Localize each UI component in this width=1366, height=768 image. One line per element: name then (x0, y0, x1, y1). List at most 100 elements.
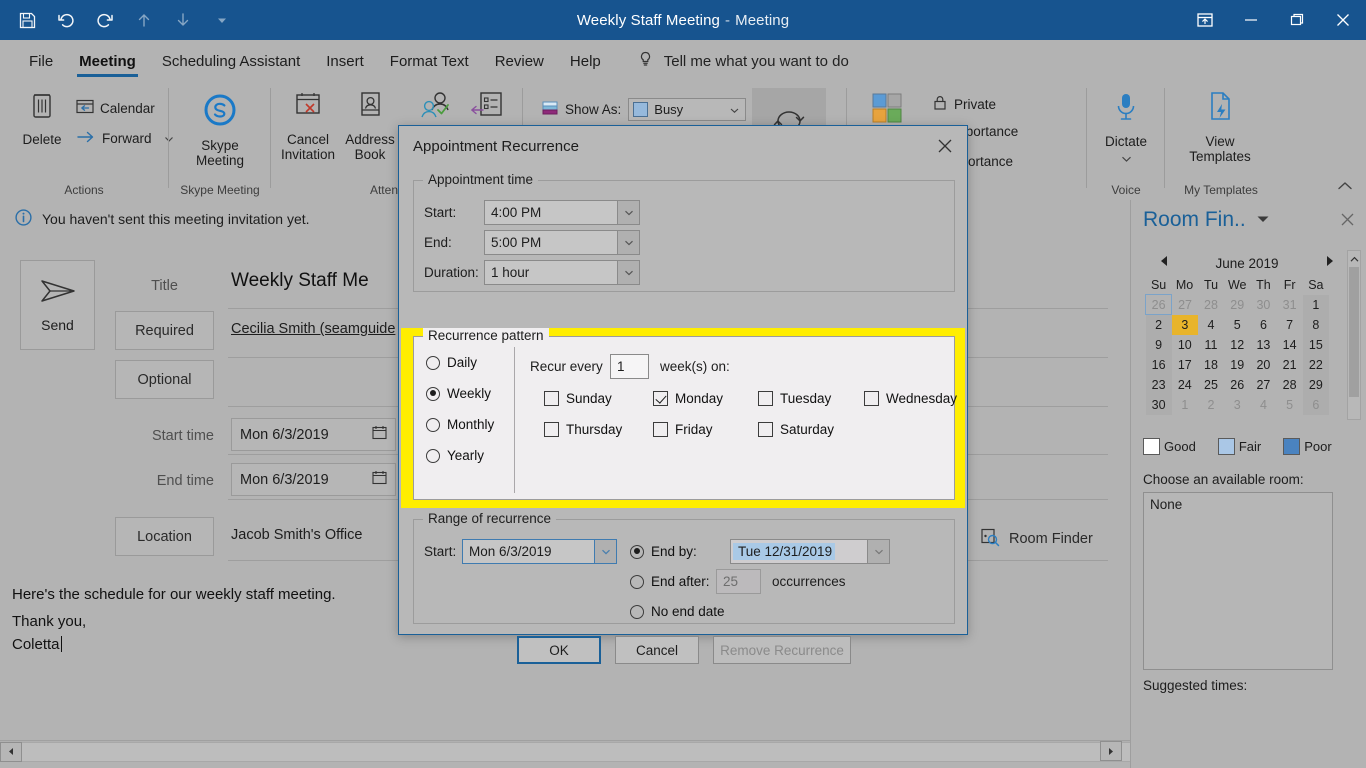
tab-format-text[interactable]: Format Text (377, 40, 482, 82)
scroll-left-button[interactable] (0, 741, 22, 762)
range-start-combo[interactable]: Mon 6/3/2019 (462, 539, 617, 564)
room-finder-button[interactable]: Room Finder (980, 527, 1093, 551)
cancel-button[interactable]: Cancel (615, 636, 699, 664)
frequency-radio-weekly[interactable]: Weekly (426, 386, 491, 401)
calendar-picker-icon[interactable] (372, 470, 387, 489)
dictate-button[interactable]: Dictate (1090, 90, 1162, 168)
day-checkbox-sunday[interactable]: Sunday (544, 391, 612, 406)
available-rooms-listbox[interactable]: None (1143, 492, 1333, 670)
end-time-date-input[interactable]: Mon 6/3/2019 (231, 463, 396, 496)
calendar-button[interactable]: Calendar (76, 98, 155, 118)
calendar-day-cell[interactable]: 18 (1198, 355, 1224, 375)
send-button[interactable]: Send (20, 260, 95, 350)
tab-insert[interactable]: Insert (313, 40, 377, 82)
calendar-day-cell[interactable]: 4 (1198, 315, 1224, 335)
calendar-picker-icon[interactable] (372, 425, 387, 444)
calendar-day-cell[interactable]: 6 (1302, 394, 1329, 415)
calendar-day-cell[interactable]: 29 (1224, 295, 1250, 315)
day-checkbox-friday[interactable]: Friday (653, 422, 713, 437)
optional-attendees-button[interactable]: Optional (115, 360, 214, 399)
calendar-day-cell[interactable]: 19 (1224, 355, 1250, 375)
close-icon[interactable] (1320, 0, 1366, 40)
calendar-scrollbar[interactable] (1347, 250, 1361, 420)
calendar-grid[interactable]: Su Mo Tu We Th Fr Sa 26 27 28 29 30 31 1 2 3 4 5 6 7… (1144, 277, 1329, 415)
calendar-day-cell[interactable]: 14 (1277, 335, 1303, 355)
required-attendees-button[interactable]: Required (115, 311, 214, 350)
no-end-date-radio[interactable]: No end date (630, 604, 725, 619)
calendar-day-cell[interactable]: 28 (1277, 375, 1303, 395)
end-after-radio[interactable]: End after: (630, 574, 710, 589)
scroll-track[interactable] (22, 741, 1130, 762)
calendar-day-cell[interactable]: 4 (1250, 395, 1276, 415)
start-time-combo[interactable]: 4:00 PM (484, 200, 640, 225)
close-icon[interactable] (1339, 211, 1356, 233)
delete-button[interactable]: Delete (6, 90, 78, 147)
scroll-right-button[interactable] (1100, 741, 1122, 761)
location-button[interactable]: Location (115, 517, 214, 556)
chevron-down-icon[interactable] (730, 102, 739, 117)
calendar-day-cell[interactable]: 26 (1144, 294, 1173, 315)
chevron-down-icon[interactable] (617, 201, 639, 224)
start-time-date-input[interactable]: Mon 6/3/2019 (231, 418, 396, 451)
calendar-day-cell[interactable]: 2 (1198, 395, 1224, 415)
tab-scheduling-assistant[interactable]: Scheduling Assistant (149, 40, 313, 82)
day-checkbox-monday[interactable]: Monday (653, 391, 723, 406)
ribbon-display-options-icon[interactable] (1182, 0, 1228, 40)
calendar-day-cell[interactable]: 24 (1172, 375, 1198, 395)
end-time-combo[interactable]: 5:00 PM (484, 230, 640, 255)
show-as-dropdown[interactable]: Busy (628, 98, 747, 121)
chevron-down-icon[interactable] (867, 540, 889, 563)
calendar-day-cell[interactable]: 10 (1172, 335, 1198, 355)
chevron-down-icon[interactable] (617, 231, 639, 254)
calendar-day-cell[interactable]: 26 (1224, 375, 1250, 395)
frequency-radio-monthly[interactable]: Monthly (426, 417, 494, 432)
calendar-day-cell[interactable]: 2 (1145, 314, 1172, 335)
next-month-icon[interactable] (1325, 254, 1335, 272)
dialog-close-icon[interactable] (929, 131, 961, 161)
address-book-button[interactable]: Address Book (334, 90, 406, 162)
calendar-day-cell[interactable]: 30 (1145, 394, 1172, 415)
required-attendees-value[interactable]: Cecilia Smith (seamguide (231, 321, 395, 337)
chevron-down-icon[interactable] (1121, 150, 1132, 168)
calendar-day-cell[interactable]: 6 (1250, 315, 1276, 335)
tab-review[interactable]: Review (482, 40, 557, 82)
day-checkbox-wednesday[interactable]: Wednesday (864, 391, 957, 406)
available-room-item[interactable]: None (1144, 493, 1332, 516)
recur-every-input[interactable]: 1 (610, 354, 649, 379)
end-by-radio[interactable]: End by: (630, 544, 697, 559)
body-horizontal-scrollbar[interactable] (0, 740, 1130, 762)
calendar-day-cell[interactable]: 21 (1277, 355, 1303, 375)
calendar-day-cell[interactable]: 15 (1302, 334, 1329, 355)
calendar-day-cell[interactable]: 17 (1172, 355, 1198, 375)
calendar-day-cell[interactable]: 7 (1277, 315, 1303, 335)
remove-recurrence-button[interactable]: Remove Recurrence (713, 636, 851, 664)
calendar-day-cell[interactable]: 1 (1302, 294, 1329, 315)
tab-meeting[interactable]: Meeting (66, 40, 149, 82)
frequency-radio-daily[interactable]: Daily (426, 355, 477, 370)
tell-me-search[interactable]: Tell me what you want to do (636, 50, 849, 73)
collapse-ribbon-icon[interactable] (1336, 179, 1354, 198)
view-templates-button[interactable]: View Templates (1184, 90, 1256, 164)
restore-icon[interactable] (1274, 0, 1320, 40)
calendar-scroll-thumb[interactable] (1349, 267, 1359, 397)
chevron-down-icon[interactable] (594, 540, 616, 563)
calendar-day-cell[interactable]: 23 (1145, 374, 1172, 395)
tab-file[interactable]: File (16, 40, 66, 82)
calendar-day-cell[interactable]: 28 (1198, 295, 1224, 315)
calendar-day-cell[interactable]: 29 (1302, 374, 1329, 395)
calendar-day-cell[interactable]: 25 (1198, 375, 1224, 395)
forward-button[interactable]: Forward (76, 130, 174, 147)
skype-meeting-button[interactable]: Skype Meeting (184, 90, 256, 168)
day-checkbox-saturday[interactable]: Saturday (758, 422, 834, 437)
calendar-day-cell[interactable]: 16 (1145, 354, 1172, 375)
location-value[interactable]: Jacob Smith's Office (231, 527, 362, 543)
calendar-scroll-up-icon[interactable] (1348, 252, 1360, 266)
room-finder-date-picker[interactable]: June 2019 Su Mo Tu We Th Fr Sa 26 27 28 29 3… (1143, 252, 1351, 415)
end-by-date-combo[interactable]: Tue 12/31/2019 (730, 539, 890, 564)
prev-month-icon[interactable] (1159, 254, 1169, 272)
ok-button[interactable]: OK (517, 636, 601, 664)
calendar-day-cell[interactable]: 30 (1250, 295, 1276, 315)
calendar-day-cell[interactable]: 13 (1250, 335, 1276, 355)
calendar-day-cell[interactable]: 8 (1302, 314, 1329, 335)
day-checkbox-tuesday[interactable]: Tuesday (758, 391, 831, 406)
